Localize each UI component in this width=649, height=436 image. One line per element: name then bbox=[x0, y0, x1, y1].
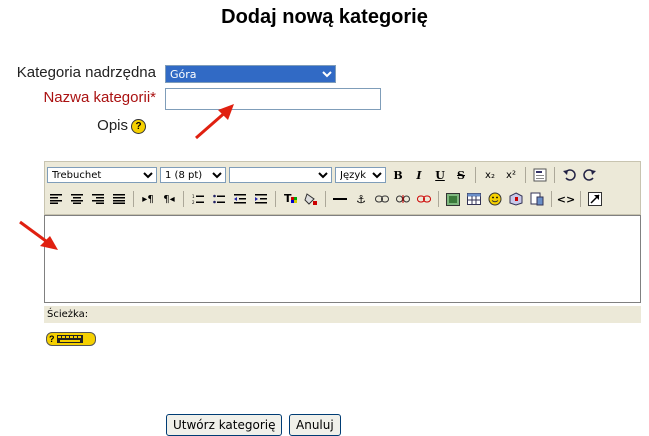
page-title: Dodaj nową kategorię bbox=[221, 6, 428, 28]
svg-text:1: 1 bbox=[192, 194, 195, 199]
required-mark: * bbox=[150, 89, 156, 106]
underline-button[interactable]: U bbox=[431, 166, 449, 184]
cancel-button[interactable]: Anuluj bbox=[289, 414, 341, 436]
unlink-icon[interactable] bbox=[394, 190, 412, 208]
rtl-icon[interactable]: ¶◂ bbox=[160, 190, 178, 208]
align-right-icon[interactable] bbox=[89, 190, 107, 208]
toolbar-separator bbox=[183, 191, 184, 207]
parent-category-label: Kategoria nadrzędna bbox=[16, 64, 156, 81]
unordered-list-icon[interactable] bbox=[210, 190, 228, 208]
strikethrough-button[interactable]: S bbox=[452, 166, 470, 184]
toolbar-separator bbox=[275, 191, 276, 207]
nolink-icon[interactable] bbox=[415, 190, 433, 208]
insert-image-icon[interactable] bbox=[444, 190, 462, 208]
undo-icon[interactable] bbox=[560, 166, 578, 184]
keyboard-icon bbox=[56, 335, 83, 343]
search-replace-icon[interactable] bbox=[528, 190, 546, 208]
keyboard-help-symbol: ? bbox=[49, 334, 55, 344]
red-arrow-icon bbox=[19, 220, 58, 250]
toolbar-separator bbox=[525, 167, 526, 183]
category-name-label-text: Nazwa kategorii bbox=[43, 89, 151, 106]
font-size-select[interactable]: 1 (8 pt) bbox=[160, 167, 226, 183]
html-source-icon[interactable]: <> bbox=[557, 190, 575, 208]
ltr-icon[interactable]: ▸¶ bbox=[139, 190, 157, 208]
svg-text:2: 2 bbox=[192, 200, 195, 205]
redo-icon[interactable] bbox=[581, 166, 599, 184]
keyboard-help-icon[interactable]: ? bbox=[46, 332, 96, 346]
text-color-icon[interactable]: T bbox=[281, 190, 299, 208]
link-icon[interactable] bbox=[373, 190, 391, 208]
insert-table-icon[interactable] bbox=[465, 190, 483, 208]
fullscreen-icon[interactable] bbox=[586, 190, 604, 208]
toolbar-separator bbox=[438, 191, 439, 207]
create-category-button[interactable]: Utwórz kategorię bbox=[166, 414, 283, 436]
red-arrow-icon bbox=[195, 104, 234, 140]
toolbar-separator bbox=[554, 167, 555, 183]
font-family-select[interactable]: Trebuchet bbox=[47, 167, 157, 183]
toolbar-separator bbox=[551, 191, 552, 207]
category-name-label: Nazwa kategorii* bbox=[0, 89, 156, 106]
anchor-icon[interactable]: ⚓ bbox=[352, 190, 370, 208]
parent-category-select[interactable]: Góra bbox=[165, 65, 336, 83]
toolbar-separator bbox=[580, 191, 581, 207]
background-color-icon[interactable] bbox=[302, 190, 320, 208]
smiley-icon[interactable] bbox=[486, 190, 504, 208]
align-left-icon[interactable] bbox=[47, 190, 65, 208]
align-justify-icon[interactable] bbox=[110, 190, 128, 208]
indent-icon[interactable] bbox=[252, 190, 270, 208]
bold-button[interactable]: B bbox=[389, 166, 407, 184]
description-label: Opis bbox=[97, 117, 128, 134]
format-select[interactable] bbox=[229, 167, 332, 183]
horizontal-rule-icon[interactable] bbox=[331, 190, 349, 208]
language-select[interactable]: Język bbox=[335, 167, 386, 183]
align-center-icon[interactable] bbox=[68, 190, 86, 208]
special-char-icon[interactable] bbox=[507, 190, 525, 208]
toolbar-row-2: ▸¶ ¶◂ 12 T ⚓ <> bbox=[47, 188, 604, 210]
editor-path-bar: Ścieżka: bbox=[44, 306, 641, 323]
paste-word-icon[interactable] bbox=[531, 166, 549, 184]
superscript-button[interactable]: x² bbox=[502, 166, 520, 184]
toolbar-separator bbox=[475, 167, 476, 183]
svg-text:T: T bbox=[284, 192, 292, 205]
outdent-icon[interactable] bbox=[231, 190, 249, 208]
toolbar-separator bbox=[325, 191, 326, 207]
description-editor[interactable] bbox=[44, 215, 641, 303]
ordered-list-icon[interactable]: 12 bbox=[189, 190, 207, 208]
editor-toolbar: Trebuchet 1 (8 pt) Język B I U S x₂ x² ▸… bbox=[44, 161, 641, 215]
toolbar-separator bbox=[133, 191, 134, 207]
italic-button[interactable]: I bbox=[410, 166, 428, 184]
help-icon[interactable]: ? bbox=[131, 119, 146, 134]
toolbar-row-1: Trebuchet 1 (8 pt) Język B I U S x₂ x² bbox=[47, 164, 599, 186]
subscript-button[interactable]: x₂ bbox=[481, 166, 499, 184]
